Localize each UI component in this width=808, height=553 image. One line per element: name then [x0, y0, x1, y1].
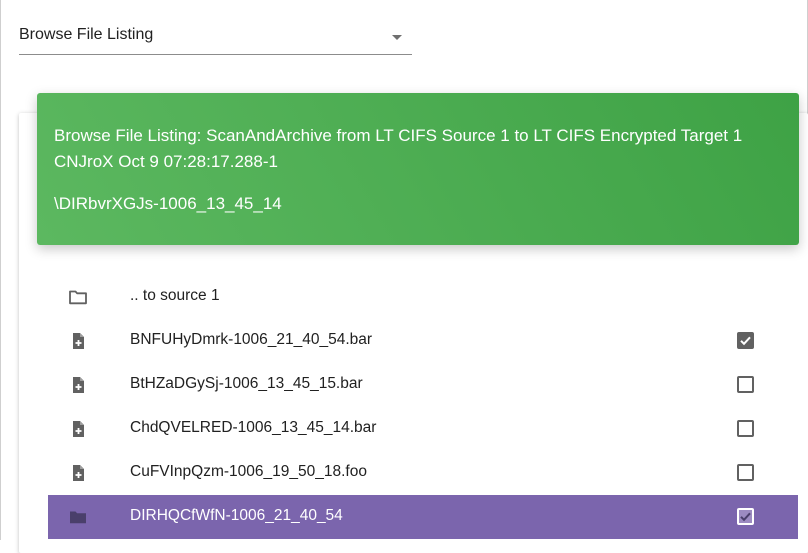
select-checkbox[interactable] [737, 464, 754, 481]
file-plus-icon [68, 331, 88, 351]
file-row[interactable]: ChdQVELRED-1006_13_45_14.bar [48, 407, 798, 451]
folder-outline-icon [68, 287, 88, 307]
listing-title: Browse File Listing: ScanAndArchive from… [54, 126, 743, 171]
caret-down-icon[interactable] [392, 35, 402, 40]
list-item-label: CuFVInpQzm-1006_19_50_18.foo [130, 463, 367, 480]
folder-row[interactable]: DIRHQCfWfN-1006_21_40_54 [48, 495, 798, 539]
list-item-label: ChdQVELRED-1006_13_45_14.bar [130, 419, 377, 436]
file-plus-icon [68, 419, 88, 439]
file-plus-icon [68, 463, 88, 483]
browse-mode-select[interactable]: Browse File Listing [19, 22, 412, 55]
list-item-label: DIRHQCfWfN-1006_21_40_54 [130, 507, 343, 524]
file-plus-icon [68, 375, 88, 395]
parent-directory-row[interactable]: .. to source 1 [48, 275, 798, 319]
listing-header-banner: Browse File Listing: ScanAndArchive from… [37, 93, 799, 245]
select-checkbox[interactable] [737, 420, 754, 437]
select-checkbox[interactable] [737, 332, 754, 349]
select-checkbox[interactable] [737, 376, 754, 393]
folder-icon [68, 507, 88, 527]
select-checkbox[interactable] [737, 508, 754, 525]
select-value: Browse File Listing [19, 26, 154, 43]
file-row[interactable]: BNFUHyDmrk-1006_21_40_54.bar [48, 319, 798, 363]
file-list: .. to source 1 BNFUHyDmrk-1006_21_40_54.… [48, 275, 798, 539]
list-item-label: BtHZaDGySj-1006_13_45_15.bar [130, 375, 363, 392]
list-item-label: .. to source 1 [130, 287, 220, 304]
frame-border [0, 0, 1, 540]
list-item-label: BNFUHyDmrk-1006_21_40_54.bar [130, 331, 373, 348]
file-row[interactable]: CuFVInpQzm-1006_19_50_18.foo [48, 451, 798, 495]
file-row[interactable]: BtHZaDGySj-1006_13_45_15.bar [48, 363, 798, 407]
current-path: \DIRbvrXGJs-1006_13_45_14 [54, 194, 282, 213]
